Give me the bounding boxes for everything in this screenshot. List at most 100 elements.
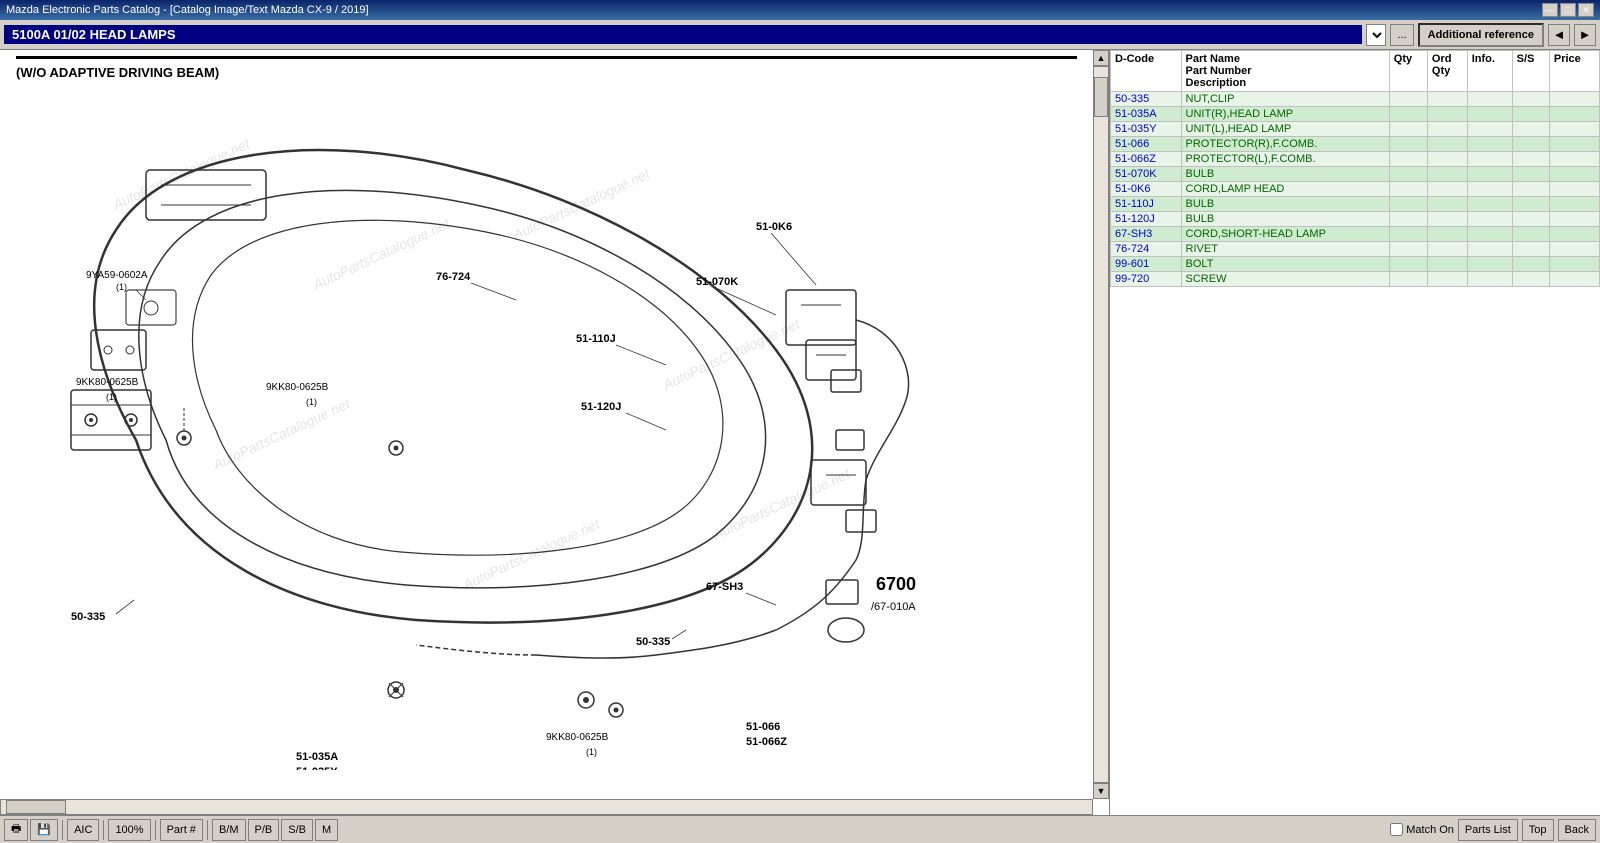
table-row[interactable]: 51-035A UNIT(R),HEAD LAMP — [1111, 107, 1600, 122]
scroll-thumb-vertical[interactable] — [1094, 77, 1108, 117]
diagram-subtitle: (W/O ADAPTIVE DRIVING BEAM) — [0, 59, 1093, 86]
table-row[interactable]: 51-110J BULB — [1111, 197, 1600, 212]
col-header-dcode: D-Code — [1111, 51, 1182, 92]
match-on-label: Match On — [1406, 824, 1454, 836]
additional-reference-button[interactable]: Additional reference — [1418, 23, 1544, 47]
cell-qty — [1389, 167, 1427, 182]
window-title: Mazda Electronic Parts Catalog - [Catalo… — [6, 4, 369, 16]
cell-partname: BULB — [1181, 197, 1389, 212]
minimize-button[interactable]: — — [1542, 3, 1558, 17]
cell-dcode: 76-724 — [1111, 242, 1182, 257]
ellipsis-button[interactable]: ... — [1390, 24, 1413, 46]
table-row[interactable]: 51-070K BULB — [1111, 167, 1600, 182]
svg-text:51-035A: 51-035A — [296, 751, 338, 763]
cell-price — [1549, 212, 1599, 227]
separator-3 — [155, 820, 156, 840]
svg-text:50-335: 50-335 — [71, 611, 105, 623]
maximize-button[interactable]: □ — [1560, 3, 1576, 17]
col-header-info: Info. — [1467, 51, 1512, 92]
scroll-thumb-horizontal[interactable] — [6, 800, 66, 814]
table-row[interactable]: 51-0K6 CORD,LAMP HEAD — [1111, 182, 1600, 197]
cell-qty — [1389, 227, 1427, 242]
vertical-scrollbar[interactable]: ▲ ▼ — [1093, 50, 1109, 799]
cell-price — [1549, 167, 1599, 182]
table-row[interactable]: 67-SH3 CORD,SHORT-HEAD LAMP — [1111, 227, 1600, 242]
cell-partname: NUT,CLIP — [1181, 92, 1389, 107]
cell-partname: SCREW — [1181, 272, 1389, 287]
save-button[interactable]: 💾 — [30, 819, 58, 841]
scroll-up-button[interactable]: ▲ — [1093, 50, 1109, 66]
cell-partname: BULB — [1181, 212, 1389, 227]
cell-ordqty — [1427, 92, 1467, 107]
bm-button[interactable]: B/M — [212, 819, 246, 841]
table-row[interactable]: 76-724 RIVET — [1111, 242, 1600, 257]
cell-ordqty — [1427, 182, 1467, 197]
match-on-checkbox[interactable] — [1390, 823, 1403, 836]
table-row[interactable]: 51-066 PROTECTOR(R),F.COMB. — [1111, 137, 1600, 152]
sb-button[interactable]: S/B — [281, 819, 313, 841]
cell-ss — [1512, 227, 1549, 242]
cell-dcode: 51-066Z — [1111, 152, 1182, 167]
nav-back-button[interactable]: ◄ — [1548, 24, 1570, 46]
cell-ss — [1512, 197, 1549, 212]
svg-text:(1): (1) — [586, 747, 597, 757]
cell-dcode: 51-070K — [1111, 167, 1182, 182]
m-button[interactable]: M — [315, 819, 338, 841]
svg-text:51-066Z: 51-066Z — [746, 736, 787, 748]
pb-button[interactable]: P/B — [248, 819, 280, 841]
cell-qty — [1389, 257, 1427, 272]
table-row[interactable]: 51-120J BULB — [1111, 212, 1600, 227]
cell-qty — [1389, 272, 1427, 287]
table-row[interactable]: 51-035Y UNIT(L),HEAD LAMP — [1111, 122, 1600, 137]
cell-ordqty — [1427, 242, 1467, 257]
cell-qty — [1389, 137, 1427, 152]
svg-text:67-SH3: 67-SH3 — [706, 581, 743, 593]
cell-partname: CORD,LAMP HEAD — [1181, 182, 1389, 197]
cell-ordqty — [1427, 212, 1467, 227]
horizontal-scrollbar[interactable] — [0, 799, 1093, 815]
scroll-down-button[interactable]: ▼ — [1093, 783, 1109, 799]
top-button[interactable]: Top — [1522, 819, 1554, 841]
table-row[interactable]: 99-720 SCREW — [1111, 272, 1600, 287]
parts-list-button[interactable]: Parts List — [1458, 819, 1518, 841]
main-content: (W/O ADAPTIVE DRIVING BEAM) AutoPartsCat… — [0, 50, 1600, 815]
section-dropdown[interactable] — [1366, 24, 1386, 46]
cell-price — [1549, 122, 1599, 137]
cell-partname: RIVET — [1181, 242, 1389, 257]
close-button[interactable]: ✕ — [1578, 3, 1594, 17]
cell-price — [1549, 92, 1599, 107]
cell-price — [1549, 227, 1599, 242]
nav-forward-button[interactable]: ► — [1574, 24, 1596, 46]
table-row[interactable]: 99-601 BOLT — [1111, 257, 1600, 272]
cell-dcode: 51-035Y — [1111, 122, 1182, 137]
back-button[interactable]: Back — [1558, 819, 1596, 841]
cell-price — [1549, 182, 1599, 197]
cell-price — [1549, 107, 1599, 122]
cell-dcode: 51-066 — [1111, 137, 1182, 152]
status-right-area: Match On Parts List Top Back — [1390, 819, 1596, 841]
cell-dcode: 51-110J — [1111, 197, 1182, 212]
table-row[interactable]: 51-066Z PROTECTOR(L),F.COMB. — [1111, 152, 1600, 167]
svg-text:51-110J: 51-110J — [576, 333, 616, 345]
cell-info — [1467, 152, 1512, 167]
cell-partname: PROTECTOR(R),F.COMB. — [1181, 137, 1389, 152]
svg-text:51-066: 51-066 — [746, 721, 780, 733]
aic-button[interactable]: AIC — [67, 819, 99, 841]
cell-info — [1467, 257, 1512, 272]
diagram-inner: (W/O ADAPTIVE DRIVING BEAM) AutoPartsCat… — [0, 50, 1093, 815]
table-row[interactable]: 50-335 NUT,CLIP — [1111, 92, 1600, 107]
part-number-button[interactable]: Part # — [160, 819, 203, 841]
diagram-area: (W/O ADAPTIVE DRIVING BEAM) AutoPartsCat… — [0, 50, 1110, 815]
cell-ordqty — [1427, 137, 1467, 152]
print-button[interactable]: 🖶 — [4, 819, 28, 841]
svg-text:AutoPartsCatalogue.net: AutoPartsCatalogue.net — [110, 135, 253, 213]
zoom-button[interactable]: 100% — [108, 819, 150, 841]
svg-text:(1): (1) — [306, 397, 317, 407]
cell-price — [1549, 152, 1599, 167]
parts-table: D-Code Part NamePart NumberDescription Q… — [1110, 50, 1600, 287]
svg-text:AutoPartsCatalogue.net: AutoPartsCatalogue.net — [210, 395, 353, 473]
match-on-checkbox-label[interactable]: Match On — [1390, 823, 1454, 836]
cell-info — [1467, 122, 1512, 137]
cell-ss — [1512, 152, 1549, 167]
cell-ss — [1512, 182, 1549, 197]
